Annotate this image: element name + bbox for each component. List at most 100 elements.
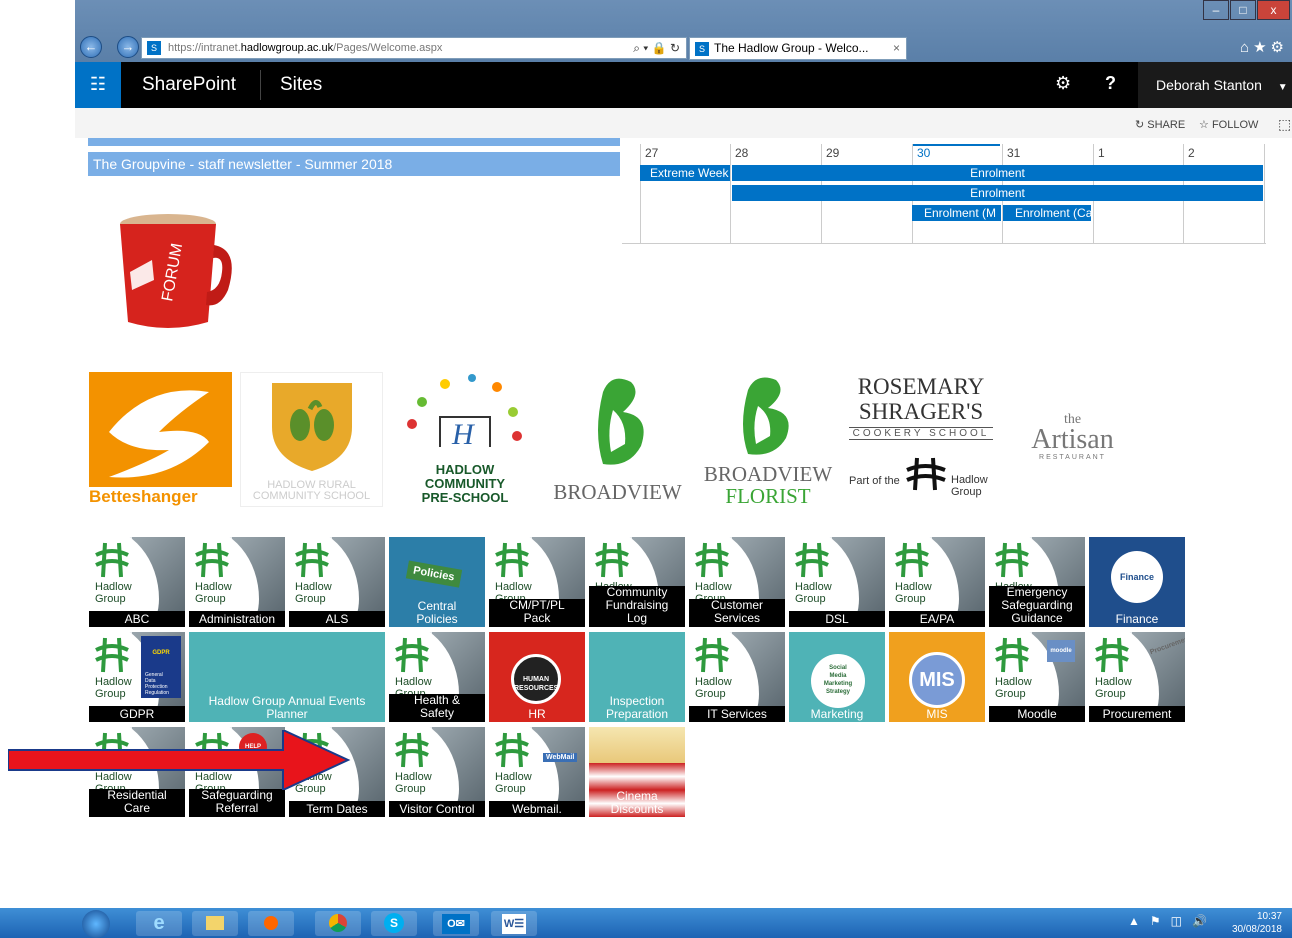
- hadlow-group-h-icon: [995, 542, 1029, 578]
- svg-text:H: H: [451, 418, 476, 451]
- address-controls[interactable]: ⌕ ▾ 🔒 ↻: [633, 38, 680, 58]
- broadview-b-icon: [598, 378, 644, 465]
- newsletter-link[interactable]: The Groupvine - staff newsletter - Summe…: [88, 152, 620, 176]
- hadlow-group-line1: Hadlow: [95, 581, 132, 593]
- rosemary-line2: SHRAGER'S: [858, 399, 984, 424]
- hadlow-group-line1: Hadlow: [1095, 676, 1132, 688]
- browser-tab[interactable]: S The Hadlow Group - Welco... ×: [689, 37, 907, 60]
- tile-moodle[interactable]: Hadlow Group moodle Moodle: [989, 632, 1085, 722]
- minimize-button[interactable]: –: [1203, 0, 1229, 20]
- outlook-icon[interactable]: O✉: [433, 911, 479, 936]
- tile-visitor-control[interactable]: Hadlow Group Visitor Control: [389, 727, 485, 817]
- calendar-day[interactable]: 27: [640, 144, 730, 244]
- tile-hr[interactable]: HUMAN RESOURCES HR: [489, 632, 585, 722]
- hadlow-community-preschool-logo[interactable]: H HADLOW COMMUNITY PRE-SCHOOL: [395, 372, 535, 507]
- tile-als[interactable]: Hadlow Group ALS: [289, 537, 385, 627]
- system-clock[interactable]: 10:37 30/08/2018: [1232, 910, 1282, 936]
- tile-cinema-discounts[interactable]: Cinema Discounts: [589, 727, 685, 817]
- tile-label: Residential Care: [89, 789, 185, 817]
- back-button[interactable]: ←: [80, 36, 102, 58]
- file-explorer-icon[interactable]: [192, 911, 238, 936]
- tile-administration[interactable]: Hadlow Group Administration: [189, 537, 285, 627]
- rosemary-hg2: Group: [951, 486, 982, 498]
- hrcs-line2: COMMUNITY SCHOOL: [252, 490, 371, 502]
- system-tray-icons[interactable]: ▲⚑◫🔊: [1128, 914, 1217, 928]
- help-button[interactable]: ?: [1105, 73, 1116, 94]
- sites-link[interactable]: Sites: [280, 74, 322, 96]
- tile-abc[interactable]: Hadlow Group ABC: [89, 537, 185, 627]
- tile-label: GDPR: [89, 706, 185, 722]
- address-bar[interactable]: S https://intranet.hadlowgroup.ac.uk/Pag…: [141, 37, 687, 59]
- hadlow-group-line2: Group: [95, 688, 126, 700]
- hadlow-group-wordmark: HadlowGroup: [495, 771, 532, 795]
- app-launcher-icon[interactable]: ☷: [75, 62, 121, 108]
- hadlow-group-wordmark: HadlowGroup: [695, 676, 732, 700]
- tile-community-fundraising-log[interactable]: HadlowGroupCommunity Fundraising Log: [589, 537, 685, 627]
- forward-button[interactable]: →: [117, 36, 139, 58]
- hadlow-rural-community-school-logo[interactable]: HADLOW RURAL COMMUNITY SCHOOL: [240, 372, 383, 507]
- forum-mug-image[interactable]: FORUM: [110, 210, 235, 335]
- hadlow-group-wordmark: HadlowGroup: [395, 771, 432, 795]
- user-name: Deborah Stanton: [1156, 77, 1262, 93]
- tile-ea-pa[interactable]: Hadlow Group EA/PA: [889, 537, 985, 627]
- calendar-event[interactable]: Enrolment: [732, 185, 1263, 201]
- broadview-b-icon: [743, 377, 789, 455]
- calendar-event[interactable]: Enrolment (M: [912, 205, 1001, 221]
- media-player-icon[interactable]: [248, 911, 294, 936]
- hadlow-group-h-icon: [195, 542, 229, 578]
- share-button[interactable]: ↻ SHARE: [1135, 118, 1185, 131]
- follow-button[interactable]: ☆ FOLLOW: [1199, 118, 1258, 131]
- tile-inspection-preparation[interactable]: Inspection Preparation: [589, 632, 685, 722]
- settings-gear-icon[interactable]: ⚙: [1055, 73, 1071, 94]
- tile-central-policies[interactable]: Policies Central Policies: [389, 537, 485, 627]
- maximize-button[interactable]: □: [1230, 0, 1256, 20]
- windows-taskbar: e S O✉ W☰ ▲⚑◫🔊 10:37 30/08/2018: [0, 908, 1292, 938]
- hadlow-group-line2: Group: [95, 593, 126, 605]
- tile-procurement[interactable]: Hadlow Group Procurement Procurement: [1089, 632, 1185, 722]
- calendar-event[interactable]: Extreme Week: [640, 165, 730, 181]
- tile-health-safety[interactable]: HadlowGroupHealth & Safety: [389, 632, 485, 722]
- tile-hadlow-group-annual-events-planner[interactable]: Hadlow Group Annual Events Planner: [189, 632, 385, 722]
- tile-label: ALS: [289, 611, 385, 627]
- internet-explorer-icon[interactable]: e: [136, 911, 182, 936]
- close-button[interactable]: x: [1257, 0, 1290, 20]
- hadlow-group-line2: Group: [995, 688, 1026, 700]
- clock-time: 10:37: [1256, 911, 1282, 922]
- broadview-florist-logo[interactable]: BROADVIEW FLORIST: [698, 372, 838, 508]
- hadlow-group-h-icon: [395, 732, 429, 768]
- tile-webmail[interactable]: Hadlow Group WebMail Webmail.: [489, 727, 585, 817]
- tile-gdpr[interactable]: Hadlow Group GDPR General Data Protection R…: [89, 632, 185, 722]
- hadlow-group-line2: Group: [1095, 688, 1126, 700]
- home-favorites-tools-icons[interactable]: ⌂★⚙: [1240, 38, 1288, 56]
- tile-it-services[interactable]: Hadlow Group IT Services: [689, 632, 785, 722]
- tile-label: ABC: [89, 611, 185, 627]
- tile-mis[interactable]: MIS MIS: [889, 632, 985, 722]
- word-icon[interactable]: W☰: [491, 911, 537, 936]
- user-menu[interactable]: Deborah Stanton ▼: [1138, 62, 1292, 108]
- suite-product-name[interactable]: SharePoint: [142, 74, 236, 96]
- calendar-event[interactable]: Enrolment: [732, 165, 1263, 181]
- rosemary-shragers-logo[interactable]: ROSEMARY SHRAGER'S COOKERY SCHOOL Part o…: [845, 372, 997, 507]
- tile-customer-services[interactable]: HadlowGroupCustomer Services: [689, 537, 785, 627]
- page-actions-bar: ↻ SHARE ☆ FOLLOW ⬚: [75, 108, 1292, 138]
- artisan-restaurant-logo[interactable]: the Artisan RESTAURANT: [1020, 410, 1125, 470]
- betteshanger-logo[interactable]: Betteshanger: [89, 372, 232, 507]
- tile-badge-icon: Policies: [405, 560, 462, 588]
- calendar-event[interactable]: Enrolment (Ca: [1003, 205, 1091, 221]
- chrome-icon[interactable]: [315, 911, 361, 936]
- tab-close-icon[interactable]: ×: [893, 38, 900, 59]
- tile-marketing[interactable]: Social Media Marketing Strategy Marketing: [789, 632, 885, 722]
- tile-finance[interactable]: Finance Finance: [1089, 537, 1185, 627]
- tile-emergency-safeguarding-guidance[interactable]: HadlowGroupEmergency Safeguarding Guidan…: [989, 537, 1085, 627]
- suite-bar: ☷ SharePoint Sites ⚙ ? Deborah Stanton ▼: [75, 62, 1292, 108]
- tile-cm-pt-pl-pack[interactable]: HadlowGroupCM/PT/PL Pack: [489, 537, 585, 627]
- skype-icon[interactable]: S: [371, 911, 417, 936]
- tile-dsl[interactable]: Hadlow Group DSL: [789, 537, 885, 627]
- broadview-logo[interactable]: BROADVIEW: [545, 372, 690, 507]
- news-item-partial[interactable]: [88, 138, 620, 146]
- tile-label: DSL: [789, 611, 885, 627]
- url-path: /Pages/Welcome.aspx: [333, 42, 443, 54]
- start-button-icon[interactable]: [82, 910, 110, 938]
- red-arrow-annotation: [8, 730, 351, 790]
- focus-mode-icon[interactable]: ⬚: [1278, 116, 1291, 133]
